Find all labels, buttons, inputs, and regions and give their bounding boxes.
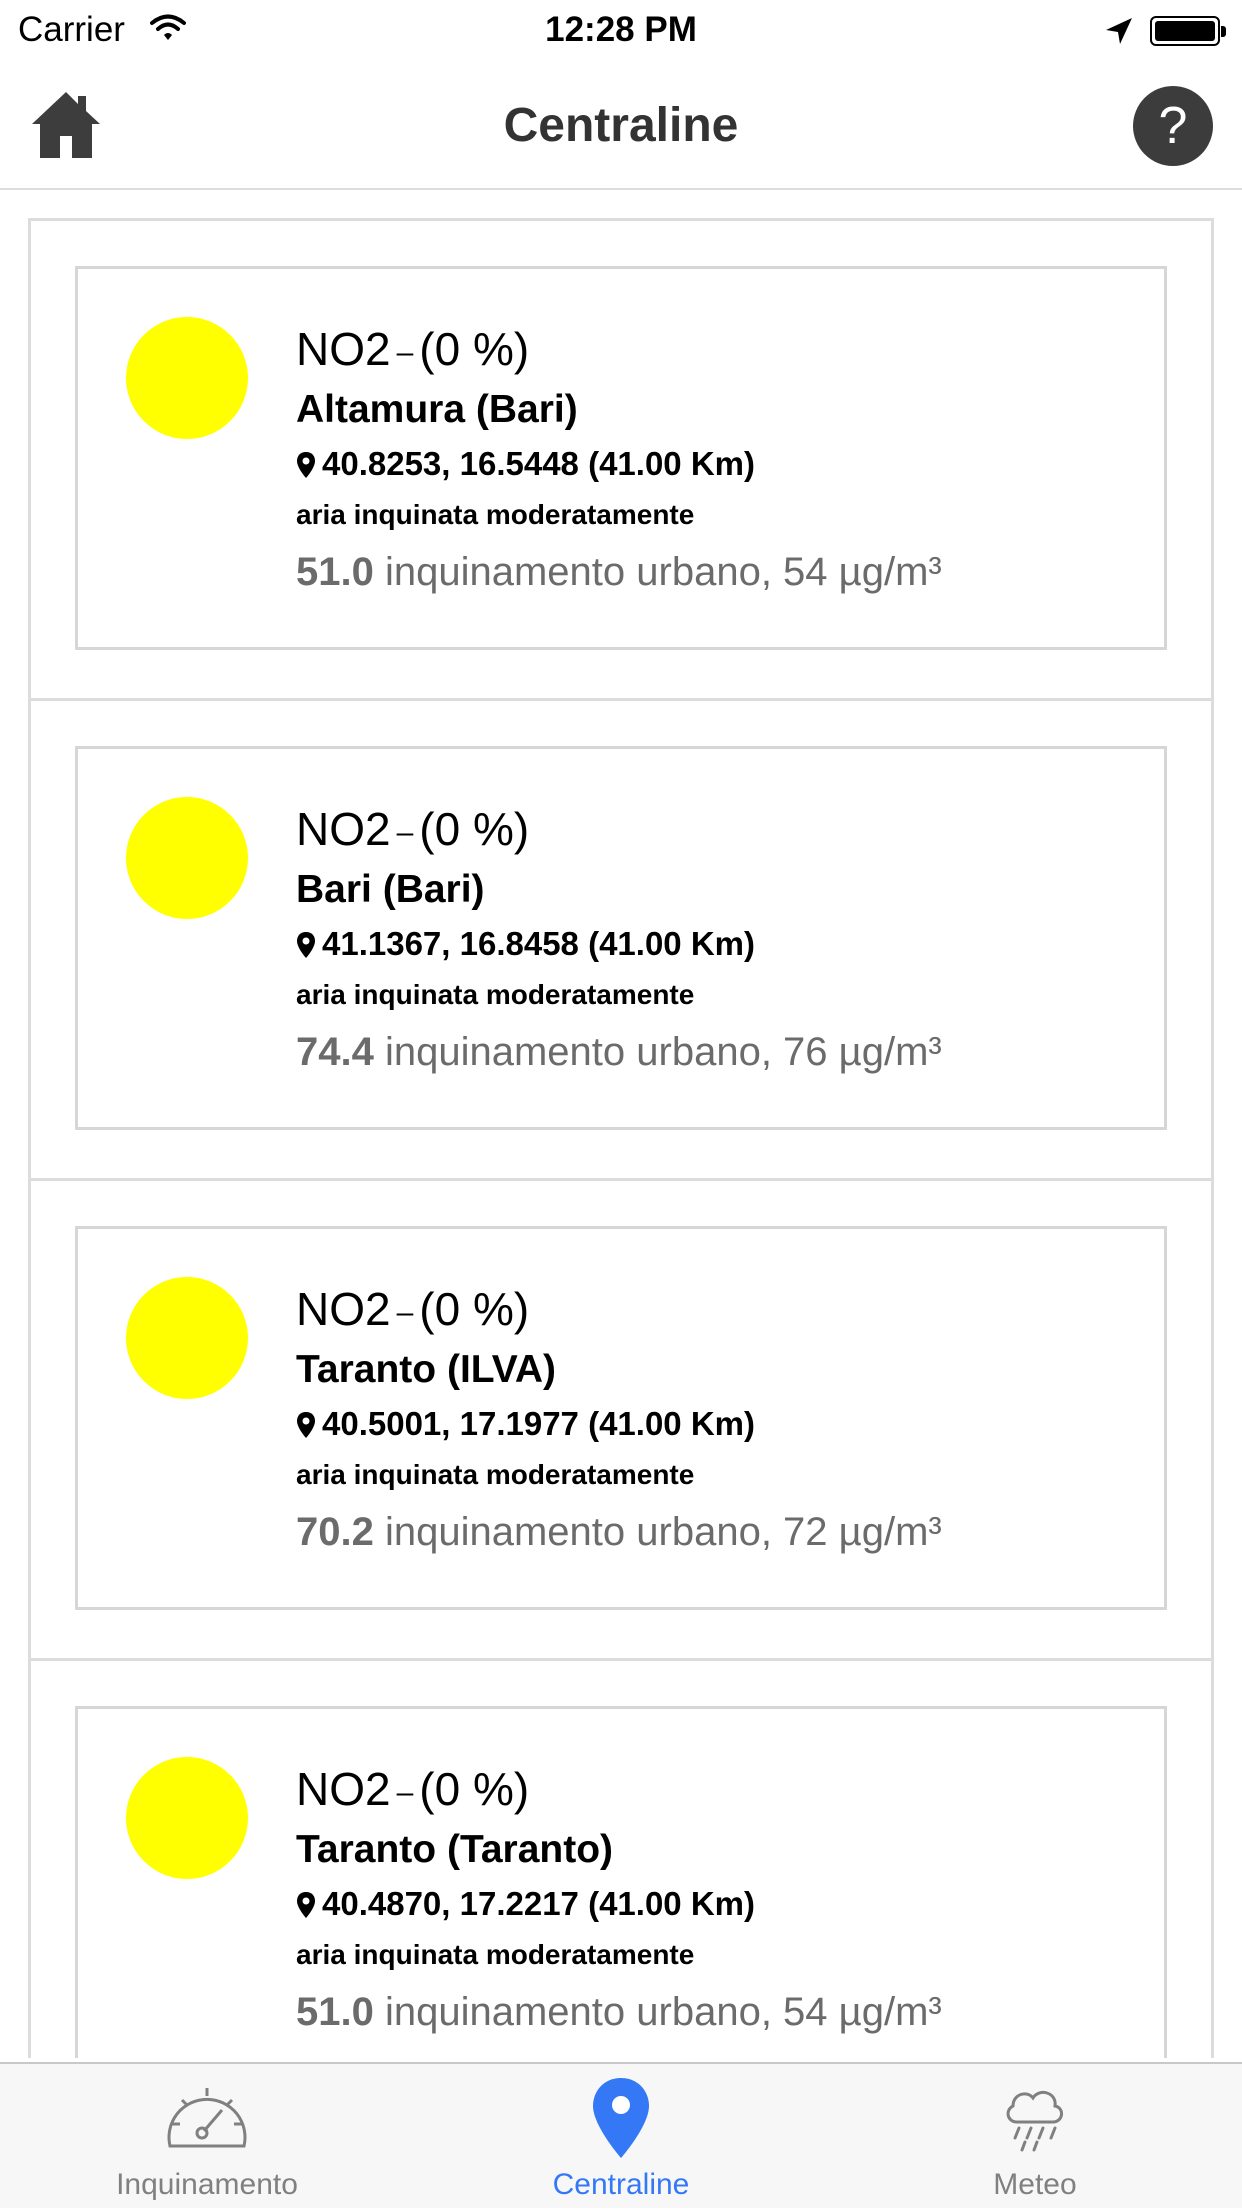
station-card[interactable]: NO2– (0 %) Taranto (ILVA) 40.5001, 17.197… <box>75 1226 1167 1610</box>
station-card[interactable]: NO2– (0 %) Bari (Bari) 41.1367, 16.8458 (… <box>75 746 1167 1130</box>
list-item[interactable]: NO2– (0 %) Bari (Bari) 41.1367, 16.8458 (… <box>31 701 1211 1181</box>
pollutant-name: NO2 <box>296 1283 391 1335</box>
dash-separator: – <box>396 815 414 849</box>
station-coordinates: 41.1367, 16.8458 (41.00 Km) <box>296 917 1144 971</box>
rain-cloud-icon <box>1003 2076 1067 2159</box>
pollution-index: 51.0 <box>296 1989 374 2034</box>
map-pin-icon <box>591 2076 651 2165</box>
air-quality-label: aria inquinata moderatamente <box>296 498 695 530</box>
dash-separator: – <box>396 1295 414 1329</box>
air-quality-indicator <box>126 317 248 439</box>
pollution-reading: 51.0 inquinamento urbano, 54 µg/m³ <box>296 1979 1144 2045</box>
pollution-index: 70.2 <box>296 1509 374 1554</box>
tab-label: Inquinamento <box>116 2168 298 2201</box>
tab-inquinamento[interactable]: Inquinamento <box>0 2064 414 2210</box>
station-card[interactable]: NO2– (0 %) Altamura (Bari) 40.8253, 16.54… <box>75 266 1167 650</box>
air-quality-indicator <box>126 1277 248 1399</box>
pollutant-line: NO2– (0 %) <box>296 319 1144 383</box>
pollutant-percent: (0 %) <box>419 1763 530 1815</box>
coordinates-text: 40.8253, 16.5448 (41.00 Km) <box>322 444 755 482</box>
pollution-index: 51.0 <box>296 549 374 594</box>
dash-separator: – <box>396 1775 414 1809</box>
pollutant-line: NO2– (0 %) <box>296 799 1144 863</box>
battery-icon <box>1150 16 1226 46</box>
coordinates-text: 40.5001, 17.1977 (41.00 Km) <box>322 1404 755 1442</box>
tab-meteo[interactable]: Meteo <box>828 2064 1242 2210</box>
page-title: Centraline <box>503 99 739 152</box>
list-item[interactable]: NO2– (0 %) Altamura (Bari) 40.8253, 16.54… <box>31 221 1211 701</box>
pollutant-name: NO2 <box>296 323 391 375</box>
map-pin-icon <box>296 1885 322 1922</box>
air-quality-indicator <box>126 1757 248 1879</box>
pollution-reading: 51.0 inquinamento urbano, 54 µg/m³ <box>296 539 1144 605</box>
pollution-reading: 74.4 inquinamento urbano, 76 µg/m³ <box>296 1019 1144 1085</box>
station-name: Taranto (Taranto) <box>296 1827 614 1871</box>
station-list[interactable]: NO2– (0 %) Altamura (Bari) 40.8253, 16.54… <box>28 218 1214 2058</box>
air-quality-label: aria inquinata moderatamente <box>296 1938 695 1970</box>
pollution-detail: inquinamento urbano, 72 µg/m³ <box>384 1509 942 1554</box>
tab-label: Meteo <box>993 2168 1077 2201</box>
dash-separator: – <box>396 335 414 369</box>
coordinates-text: 40.4870, 17.2217 (41.00 Km) <box>322 1884 755 1922</box>
status-bar: Carrier 12:28 PM <box>0 0 1242 62</box>
gauge-icon <box>162 2076 252 2165</box>
map-pin-icon <box>296 1405 322 1442</box>
station-coordinates: 40.5001, 17.1977 (41.00 Km) <box>296 1397 1144 1451</box>
pollution-detail: inquinamento urbano, 54 µg/m³ <box>384 1989 942 2034</box>
station-card[interactable]: NO2– (0 %) Taranto (Taranto) 40.4870, 17.… <box>75 1706 1167 2058</box>
air-quality-label: aria inquinata moderatamente <box>296 1458 695 1490</box>
station-name: Taranto (ILVA) <box>296 1347 556 1391</box>
list-item[interactable]: NO2– (0 %) Taranto (ILVA) 40.5001, 17.197… <box>31 1181 1211 1661</box>
pollutant-line: NO2– (0 %) <box>296 1279 1144 1343</box>
location-arrow-icon <box>1104 16 1134 51</box>
navigation-bar: Centraline ? <box>0 62 1242 190</box>
station-coordinates: 40.8253, 16.5448 (41.00 Km) <box>296 437 1144 491</box>
tab-label: Centraline <box>552 2168 690 2201</box>
pollution-reading: 70.2 inquinamento urbano, 72 µg/m³ <box>296 1499 1144 1565</box>
station-name: Altamura (Bari) <box>296 387 578 431</box>
map-pin-icon <box>296 445 322 482</box>
clock: 12:28 PM <box>545 10 697 49</box>
pollutant-percent: (0 %) <box>419 803 530 855</box>
station-name: Bari (Bari) <box>296 867 485 911</box>
list-item[interactable]: NO2– (0 %) Taranto (Taranto) 40.4870, 17.… <box>31 1661 1211 2058</box>
pollutant-name: NO2 <box>296 1763 391 1815</box>
tab-centraline[interactable]: Centraline <box>414 2064 828 2210</box>
coordinates-text: 41.1367, 16.8458 (41.00 Km) <box>322 924 755 962</box>
station-coordinates: 40.4870, 17.2217 (41.00 Km) <box>296 1877 1144 1931</box>
air-quality-label: aria inquinata moderatamente <box>296 978 695 1010</box>
pollutant-line: NO2– (0 %) <box>296 1759 1144 1823</box>
tab-bar: Inquinamento Centraline Meteo <box>0 2062 1242 2208</box>
help-button[interactable]: ? <box>1133 86 1213 166</box>
air-quality-indicator <box>126 797 248 919</box>
pollutant-name: NO2 <box>296 803 391 855</box>
pollutant-percent: (0 %) <box>419 1283 530 1335</box>
pollutant-percent: (0 %) <box>419 323 530 375</box>
pollution-detail: inquinamento urbano, 54 µg/m³ <box>384 549 942 594</box>
map-pin-icon <box>296 925 322 962</box>
pollution-index: 74.4 <box>296 1029 374 1074</box>
pollution-detail: inquinamento urbano, 76 µg/m³ <box>384 1029 942 1074</box>
